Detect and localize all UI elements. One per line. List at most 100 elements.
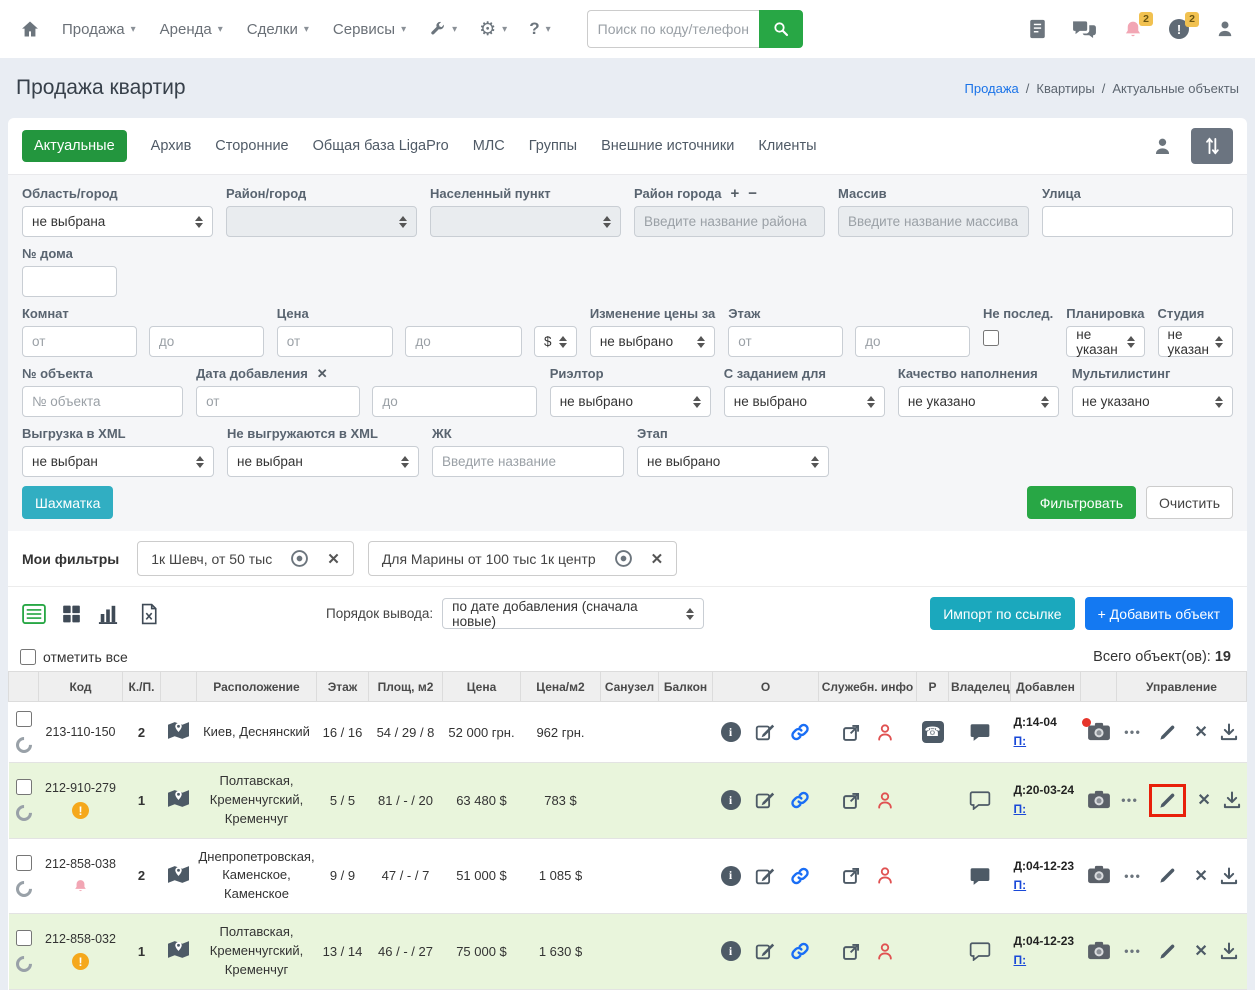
filter-settings-button[interactable] (1191, 128, 1233, 164)
info-icon[interactable]: i (720, 790, 741, 811)
eye-icon[interactable] (290, 549, 309, 568)
list-view-icon[interactable] (22, 603, 46, 624)
more-actions-icon[interactable]: ••• (1124, 944, 1141, 958)
studio-select[interactable]: не указан (1157, 326, 1233, 357)
realtor-select[interactable]: не выбрано (549, 386, 711, 417)
rooms-to-input[interactable] (148, 326, 264, 357)
more-actions-icon[interactable]: ••• (1121, 793, 1138, 807)
delete-icon[interactable]: ✕ (1194, 722, 1207, 742)
photos-icon[interactable] (1087, 940, 1111, 960)
search-button[interactable] (758, 10, 803, 48)
nav-menu-item[interactable]: Продажа ▾ (62, 21, 136, 38)
external-link-icon[interactable] (841, 941, 862, 962)
owner-person-icon[interactable] (875, 865, 895, 886)
clear-date-icon[interactable]: ✕ (317, 367, 328, 380)
remove-district-icon[interactable]: − (748, 186, 757, 201)
filter-button[interactable]: Фильтровать (1026, 486, 1137, 519)
quality-select[interactable]: не указано (897, 386, 1059, 417)
owner-person-icon[interactable] (875, 941, 895, 962)
residential-complex-input[interactable] (432, 446, 624, 477)
phone-icon[interactable]: ☎ (921, 721, 944, 743)
map-icon[interactable] (167, 720, 190, 741)
price-to-input[interactable] (405, 326, 523, 357)
currency-select[interactable]: $ (534, 326, 577, 357)
task-for-select[interactable]: не выбрано (723, 386, 885, 417)
xml-not-export-select[interactable]: не выбран (227, 446, 419, 477)
edit-note-icon[interactable] (754, 865, 776, 887)
external-link-icon[interactable] (841, 722, 862, 743)
edit-note-icon[interactable] (754, 721, 776, 743)
oblast-select[interactable]: не выбрана (22, 206, 213, 237)
edit-pencil-icon[interactable] (1158, 723, 1177, 742)
floor-from-input[interactable] (728, 326, 844, 357)
external-link-icon[interactable] (841, 865, 862, 886)
search-input[interactable] (586, 10, 759, 48)
comment-outline-icon[interactable] (969, 941, 991, 962)
user-filter-icon[interactable] (1152, 136, 1173, 157)
photos-icon[interactable] (1081, 717, 1111, 741)
chessboard-button[interactable]: Шахматка (22, 486, 114, 519)
owner-person-icon[interactable] (875, 790, 895, 811)
alerts-icon[interactable]: ! 2 (1169, 12, 1199, 39)
edit-pencil-icon[interactable] (1158, 866, 1177, 885)
nav-menu-item[interactable]: Сделки ▾ (247, 21, 309, 38)
row-checkbox[interactable] (15, 779, 32, 796)
eye-icon[interactable] (614, 549, 633, 568)
tab[interactable]: Общая база LigaPro (313, 138, 449, 154)
row-checkbox[interactable] (15, 711, 32, 727)
layout-select[interactable]: не указан (1066, 326, 1145, 357)
comment-outline-icon[interactable] (969, 790, 991, 811)
link-icon[interactable] (789, 940, 811, 962)
tab[interactable]: Актуальные (22, 130, 127, 162)
saved-filter-chip[interactable]: 1к Шевч, от 50 тыс ✕ (137, 541, 354, 576)
ulitsa-input[interactable] (1042, 206, 1233, 237)
link-icon[interactable] (789, 721, 811, 743)
nav-menu-item[interactable]: Аренда ▾ (160, 21, 223, 38)
help-menu[interactable]: ? ▾ (529, 19, 550, 39)
published-link[interactable]: П: (1014, 734, 1027, 748)
rooms-from-input[interactable] (22, 326, 137, 357)
breadcrumb-link-sale[interactable]: Продажа (965, 81, 1019, 96)
info-icon[interactable]: i (720, 941, 741, 962)
order-select[interactable]: по дате добавления (сначала новые) (442, 598, 705, 629)
download-icon[interactable] (1219, 866, 1239, 886)
excel-export-icon[interactable] (140, 603, 158, 625)
edit-pencil-icon[interactable] (1158, 791, 1177, 810)
comment-filled-icon[interactable] (969, 866, 991, 886)
delete-icon[interactable]: ✕ (1194, 941, 1207, 961)
price-change-select[interactable]: не выбрано (589, 326, 716, 357)
download-icon[interactable] (1219, 941, 1239, 961)
comment-filled-icon[interactable] (969, 722, 991, 742)
published-link[interactable]: П: (1014, 953, 1027, 967)
external-link-icon[interactable] (841, 790, 862, 811)
not-last-floor-checkbox[interactable] (982, 330, 999, 346)
house-number-input[interactable] (22, 266, 117, 297)
profile-icon[interactable] (1215, 19, 1235, 39)
info-icon[interactable]: i (720, 722, 741, 742)
more-actions-icon[interactable]: ••• (1124, 725, 1141, 739)
map-icon[interactable] (167, 864, 190, 885)
messages-icon[interactable] (1072, 19, 1097, 39)
published-link[interactable]: П: (1014, 878, 1027, 892)
tab[interactable]: Группы (529, 138, 577, 154)
remove-filter-icon[interactable]: ✕ (327, 550, 340, 568)
map-icon[interactable] (167, 788, 190, 809)
notifications-bell-icon[interactable]: 2 (1123, 11, 1153, 40)
object-number-input[interactable] (22, 386, 184, 417)
date-from-input[interactable] (196, 386, 361, 417)
download-icon[interactable] (1222, 790, 1242, 810)
tab[interactable]: Внешние источники (601, 138, 734, 154)
stage-select[interactable]: не выбрано (637, 446, 829, 477)
date-to-input[interactable] (372, 386, 537, 417)
link-icon[interactable] (789, 789, 811, 811)
remove-filter-icon[interactable]: ✕ (651, 550, 664, 568)
settings-menu[interactable]: ⚙ ▾ (479, 18, 507, 41)
edit-pencil-icon[interactable] (1158, 942, 1177, 961)
select-all-checkbox[interactable] (20, 649, 36, 665)
chart-view-icon[interactable] (97, 604, 119, 624)
grid-view-icon[interactable] (61, 604, 82, 624)
multilisting-select[interactable]: не указано (1071, 386, 1233, 417)
tools-menu[interactable]: ▾ (428, 20, 457, 38)
home-icon[interactable] (20, 19, 40, 39)
add-district-icon[interactable]: + (731, 186, 740, 201)
